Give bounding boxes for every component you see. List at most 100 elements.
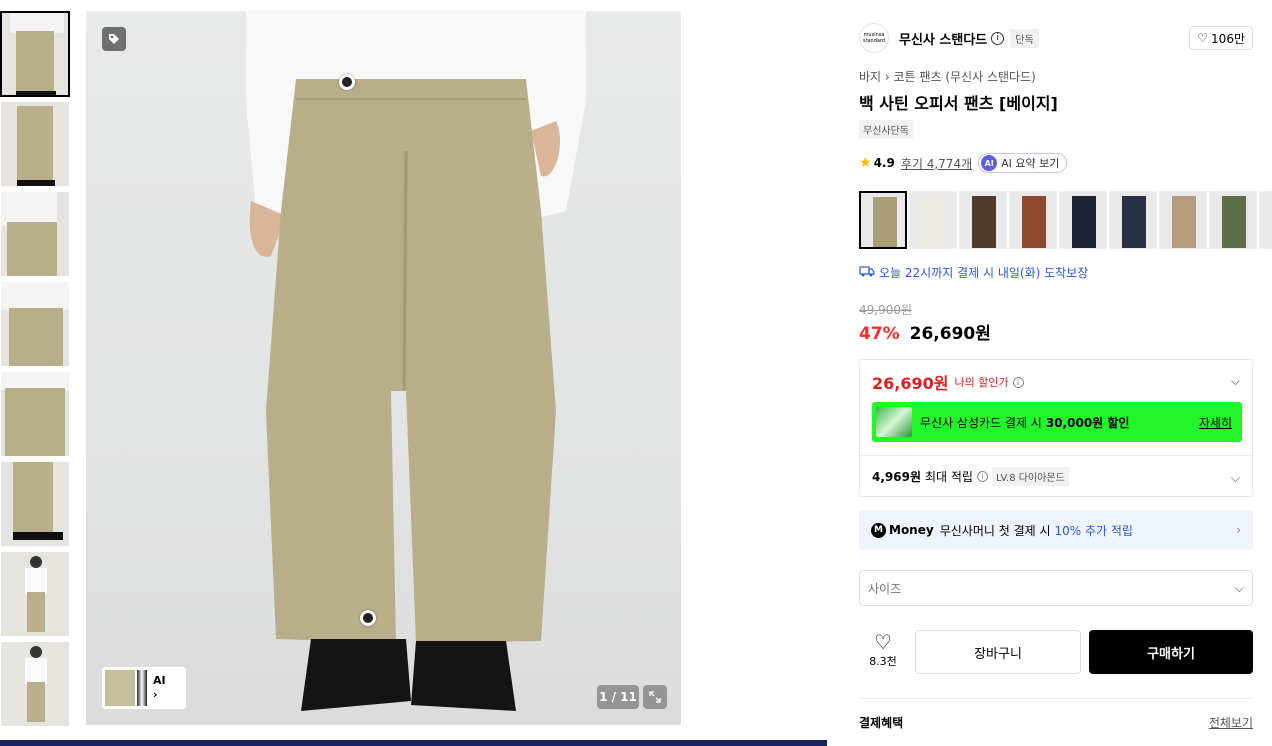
product-info-panel: musinsa standard 무신사 스탠다드 i 단독 ♡ 106만 바지…: [845, 11, 1272, 746]
card-promo-banner[interactable]: 무신사 삼성카드 결제 시 30,000원 할인 자세히: [872, 402, 1242, 442]
breadcrumb: 바지 › 코튼 팬츠 (무신사 스탠다드): [859, 68, 1036, 85]
points-amount: 4,969원: [872, 470, 921, 484]
delivery-info[interactable]: 오늘 22시까지 결제 시 내일(화) 도착보장: [859, 264, 1088, 281]
swatch-pants: [972, 196, 996, 248]
ai-style-thumb: [105, 670, 135, 706]
info-icon[interactable]: i: [976, 471, 988, 482]
points-label: 최대 적립: [925, 470, 973, 484]
money-brand: Money: [889, 523, 934, 537]
view-all-link[interactable]: 전체보기: [1209, 714, 1253, 731]
divider: [859, 698, 1253, 699]
thumbnail-2[interactable]: [0, 101, 70, 187]
color-swatch[interactable]: [859, 191, 907, 249]
breadcrumb-item[interactable]: 바지: [859, 70, 881, 84]
chevron-right-icon: ›: [153, 688, 158, 701]
ai-summary-label: AI 요약 보기: [1001, 157, 1060, 170]
brand-like-button[interactable]: ♡ 106만: [1189, 26, 1253, 50]
swatch-pants: [1172, 196, 1196, 248]
heart-icon: ♡: [874, 630, 892, 654]
ai-summary-button[interactable]: AI AI 요약 보기: [978, 153, 1068, 173]
info-icon[interactable]: i: [1012, 376, 1024, 388]
brand-name[interactable]: 무신사 스탠다드: [899, 29, 987, 48]
color-swatch[interactable]: [1059, 191, 1107, 249]
delivery-text: 오늘 22시까지 결제 시 내일(화) 도착보장: [879, 266, 1089, 280]
chevron-down-icon: ⌵: [1234, 580, 1244, 595]
swatch-pants: [1072, 196, 1096, 248]
bottom-bar: [0, 740, 827, 746]
color-swatch[interactable]: [1159, 191, 1207, 249]
discount-percent: 47%: [859, 324, 900, 344]
info-icon[interactable]: i: [991, 31, 1005, 45]
samsung-card-icon: [876, 407, 912, 437]
size-placeholder: 사이즈: [868, 581, 902, 596]
ai-style-thumb: [137, 670, 147, 706]
money-highlight: 10% 추가 적립: [1054, 523, 1133, 538]
wishlist-button[interactable]: ♡ 8.3천: [859, 631, 907, 675]
size-select[interactable]: 사이즈 ⌵: [859, 570, 1253, 606]
my-price-value: 26,690원: [872, 374, 949, 393]
my-price-label: 나의 할인가: [954, 376, 1009, 389]
swatch-pants: [1022, 196, 1046, 248]
pants-illustration: [246, 11, 586, 711]
card-promo-amount: 30,000원 할인: [1045, 415, 1130, 430]
image-counter: 1 / 11: [597, 685, 639, 709]
brand-like-count: 106만: [1211, 31, 1245, 46]
thumbnail-strip: [0, 11, 70, 731]
tag-icon[interactable]: [102, 27, 126, 51]
swatch-pants: [873, 197, 897, 247]
main-product-image[interactable]: AI › 1 / 11: [86, 11, 681, 725]
swatch-pants: [1222, 196, 1246, 248]
brand-logo[interactable]: musinsa standard: [859, 23, 889, 53]
product-page: AI › 1 / 11 musinsa standard 무신사 스탠다드 i …: [0, 0, 1272, 746]
exclusive-badge: 단독: [1010, 28, 1039, 48]
ai-icon: AI: [981, 155, 998, 171]
add-to-cart-button[interactable]: 장바구니: [915, 630, 1081, 674]
truck-icon: [859, 265, 875, 280]
my-price-box: 26,690원 나의 할인가 i ⌵ 무신사 삼성카드 결제 시 30,000원…: [859, 359, 1253, 497]
thumbnail-8[interactable]: [0, 641, 70, 727]
thumbnail-3[interactable]: [0, 191, 70, 277]
swatch-pants: [922, 196, 946, 248]
chevron-down-icon[interactable]: ⌵: [1231, 471, 1240, 486]
thumbnail-4[interactable]: [0, 281, 70, 367]
chevron-down-icon[interactable]: ⌵: [1231, 374, 1240, 389]
card-promo-link[interactable]: 자세히: [1199, 414, 1232, 431]
chevron-right-icon: ›: [1236, 523, 1241, 537]
color-swatch[interactable]: [1209, 191, 1257, 249]
my-price-row[interactable]: 26,690원 나의 할인가 i: [872, 370, 1024, 394]
sale-price: 26,690원: [909, 324, 991, 344]
color-swatch[interactable]: [909, 191, 957, 249]
thumbnail-5[interactable]: [0, 371, 70, 457]
money-icon: M: [871, 522, 886, 538]
thumbnail-1[interactable]: [0, 11, 70, 97]
color-swatch[interactable]: [959, 191, 1007, 249]
brand-row: musinsa standard 무신사 스탠다드 i 단독 ♡ 106만: [859, 23, 1253, 53]
breadcrumb-item[interactable]: 코튼 팬츠 (무신사 스탠다드): [894, 70, 1036, 84]
star-icon: ★: [859, 155, 872, 171]
product-hotspot[interactable]: [339, 74, 355, 90]
exclusive-tag: 무신사단독: [859, 120, 913, 139]
rating-value: 4.9: [873, 156, 895, 170]
money-promo-banner[interactable]: M Money 무신사머니 첫 결제 시 10% 추가 적립 ›: [859, 510, 1253, 550]
ai-label: AI: [153, 674, 166, 687]
original-price: 49,900원: [859, 303, 913, 317]
heart-icon: ♡: [1197, 31, 1209, 45]
thumbnail-6[interactable]: [0, 461, 70, 547]
thumbnail-7[interactable]: [0, 551, 70, 637]
color-swatch[interactable]: [1259, 191, 1272, 249]
buy-now-button[interactable]: 구매하기: [1089, 630, 1253, 674]
money-text: 무신사머니 첫 결제 시: [939, 523, 1051, 538]
review-link[interactable]: 후기 4,774개: [901, 155, 972, 172]
chevron-right-icon: ›: [884, 70, 894, 84]
sale-price-row: 47% 26,690원: [859, 319, 991, 344]
color-options: [859, 191, 1272, 249]
expand-icon[interactable]: [643, 685, 667, 709]
card-promo-text: 무신사 삼성카드 결제 시: [920, 415, 1042, 430]
product-hotspot[interactable]: [360, 610, 376, 626]
ai-style-button[interactable]: AI ›: [102, 667, 186, 709]
product-title: 백 사틴 오피서 팬츠 [베이지]: [859, 94, 1058, 113]
points-row[interactable]: 4,969원 최대 적립 i LV.8 다이아몬드: [872, 467, 1069, 486]
color-swatch[interactable]: [1109, 191, 1157, 249]
color-swatch[interactable]: [1009, 191, 1057, 249]
level-badge: LV.8 다이아몬드: [991, 467, 1069, 486]
